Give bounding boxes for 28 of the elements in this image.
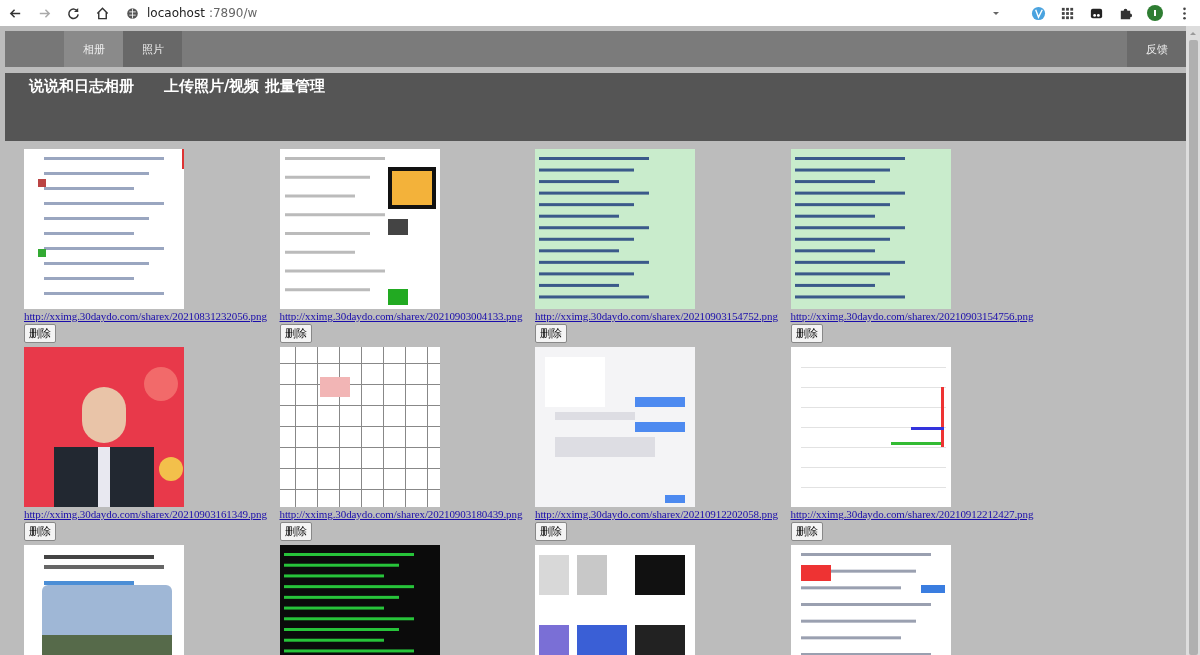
delete-button[interactable]: 删除: [790, 522, 823, 541]
grid-icon[interactable]: [1060, 5, 1075, 21]
delete-button[interactable]: 删除: [279, 522, 312, 541]
delete-button[interactable]: 删除: [535, 522, 567, 541]
avatar-icon[interactable]: [1147, 5, 1163, 21]
delete-button[interactable]: 删除: [535, 324, 567, 343]
image-link[interactable]: http://xximg.30daydo.com/sharex/20210912202058.png: [535, 508, 778, 520]
image-link[interactable]: http://xximg.30daydo.com/sharex/20210903154756.png: [790, 310, 1034, 322]
scrollbar[interactable]: [1186, 26, 1200, 655]
header-link[interactable]: 上传照片/视频 批量管理: [164, 77, 325, 96]
delete-button[interactable]: 删除: [24, 324, 56, 343]
delete-button[interactable]: 删除: [790, 324, 823, 343]
nav-tab[interactable]: 照片: [123, 31, 182, 67]
reload-icon[interactable]: [66, 5, 81, 21]
scrollbar-thumb[interactable]: [1188, 40, 1198, 655]
delete-button[interactable]: 删除: [24, 522, 56, 541]
header-link[interactable]: 说说和日志相册: [29, 77, 134, 96]
image-link[interactable]: http://xximg.30daydo.com/sharex/20210912212427.png: [790, 508, 1034, 520]
globe-icon: [126, 6, 139, 20]
image-link[interactable]: http://xximg.30daydo.com/sharex/20210903154752.png: [535, 310, 778, 322]
image-link[interactable]: http://xximg.30daydo.com/sharex/20210903004133.png: [279, 310, 523, 322]
feedback-tab[interactable]: 反馈: [1127, 31, 1186, 67]
home-icon[interactable]: [95, 5, 110, 21]
image-link[interactable]: http://xximg.30daydo.com/sharex/20210903180439.png: [279, 508, 523, 520]
delete-button[interactable]: 删除: [279, 324, 312, 343]
image-link[interactable]: http://xximg.30daydo.com/sharex/20210831232056.png: [24, 310, 267, 322]
extension-icon[interactable]: [1031, 5, 1046, 21]
image-link[interactable]: http://xximg.30daydo.com/sharex/20210903161349.png: [24, 508, 267, 520]
